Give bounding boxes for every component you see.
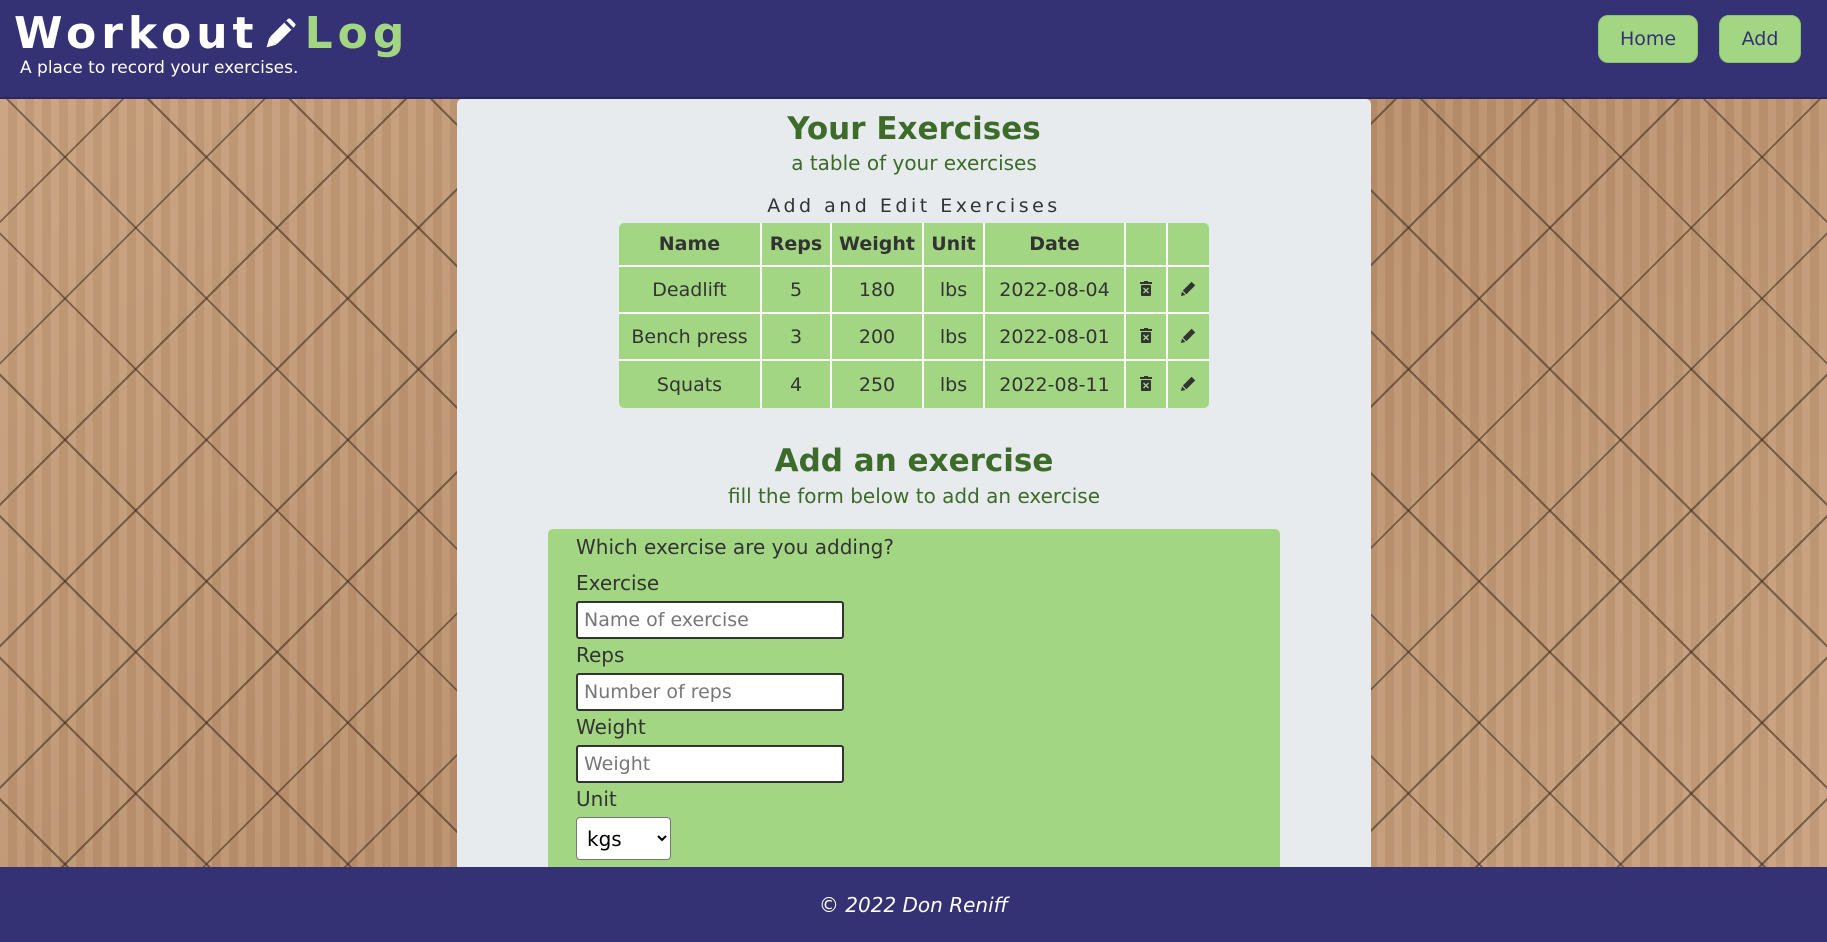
cell-reps: 5 xyxy=(762,267,832,314)
add-exercise-title: Add an exercise xyxy=(774,443,1054,479)
table-row: Squats 4 250 lbs 2022-08-11 xyxy=(619,361,1209,408)
table-row: Bench press 3 200 lbs 2022-08-01 xyxy=(619,314,1209,361)
cell-date: 2022-08-01 xyxy=(985,314,1126,361)
home-button[interactable]: Home xyxy=(1598,15,1698,63)
cell-name: Bench press xyxy=(619,314,762,361)
trash-icon[interactable] xyxy=(1140,280,1152,296)
cell-edit xyxy=(1168,314,1209,361)
reps-input[interactable] xyxy=(576,673,844,711)
column-header-reps: Reps xyxy=(762,223,832,267)
cell-delete xyxy=(1126,361,1168,408)
table-row: Deadlift 5 180 lbs 2022-08-04 xyxy=(619,267,1209,314)
cell-unit: lbs xyxy=(924,361,985,408)
exercise-name-input[interactable] xyxy=(576,601,844,639)
pencil-icon[interactable] xyxy=(1181,376,1196,391)
weight-label: Weight xyxy=(576,715,646,739)
cell-edit xyxy=(1168,267,1209,314)
column-header-name: Name xyxy=(619,223,762,267)
trash-icon[interactable] xyxy=(1140,375,1152,391)
cell-name: Squats xyxy=(619,361,762,408)
cell-delete xyxy=(1126,314,1168,361)
cell-weight: 180 xyxy=(832,267,924,314)
site-footer: © 2022 Don Reniff xyxy=(0,867,1827,942)
main-panel: Your Exercises a table of your exercises… xyxy=(457,99,1371,867)
cell-weight: 250 xyxy=(832,361,924,408)
cell-date: 2022-08-11 xyxy=(985,361,1126,408)
cell-date: 2022-08-04 xyxy=(985,267,1126,314)
exercises-title: Your Exercises xyxy=(787,111,1041,147)
table-header-row: Name Reps Weight Unit Date xyxy=(619,223,1209,267)
column-header-delete xyxy=(1126,223,1168,267)
add-exercise-subtitle: fill the form below to add an exercise xyxy=(727,484,1100,508)
copyright-text: © 2022 Don Reniff xyxy=(818,892,1009,917)
unit-label: Unit xyxy=(576,787,617,811)
cell-unit: lbs xyxy=(924,314,985,361)
site-title: Workout Log xyxy=(14,6,409,62)
cell-delete xyxy=(1126,267,1168,314)
column-header-unit: Unit xyxy=(924,223,985,267)
cell-reps: 4 xyxy=(762,361,832,408)
add-exercise-form: Which exercise are you adding? Exercise … xyxy=(548,529,1280,867)
form-legend: Which exercise are you adding? xyxy=(576,535,894,559)
site-header: Workout Log A place to record your exerci… xyxy=(0,0,1827,99)
trash-icon[interactable] xyxy=(1140,327,1152,343)
column-header-edit xyxy=(1168,223,1209,267)
tagline: A place to record your exercises. xyxy=(20,58,299,78)
cell-edit xyxy=(1168,361,1209,408)
column-header-date: Date xyxy=(985,223,1126,267)
title-log: Log xyxy=(304,8,410,59)
title-workout: Workout xyxy=(14,8,259,59)
weight-input[interactable] xyxy=(576,745,844,783)
exercise-label: Exercise xyxy=(576,571,660,595)
pencil-icon xyxy=(263,12,297,52)
add-nav-button[interactable]: Add xyxy=(1719,15,1801,63)
unit-select[interactable]: kgs xyxy=(576,817,671,860)
cell-weight: 200 xyxy=(832,314,924,361)
pencil-icon[interactable] xyxy=(1181,328,1196,343)
cell-name: Deadlift xyxy=(619,267,762,314)
exercises-table: Name Reps Weight Unit Date Deadlift 5 18… xyxy=(619,223,1209,408)
cell-reps: 3 xyxy=(762,314,832,361)
pencil-icon[interactable] xyxy=(1181,281,1196,296)
table-caption: Add and Edit Exercises xyxy=(767,195,1061,217)
reps-label: Reps xyxy=(576,643,625,667)
exercises-subtitle: a table of your exercises xyxy=(791,151,1037,175)
cell-unit: lbs xyxy=(924,267,985,314)
column-header-weight: Weight xyxy=(832,223,924,267)
